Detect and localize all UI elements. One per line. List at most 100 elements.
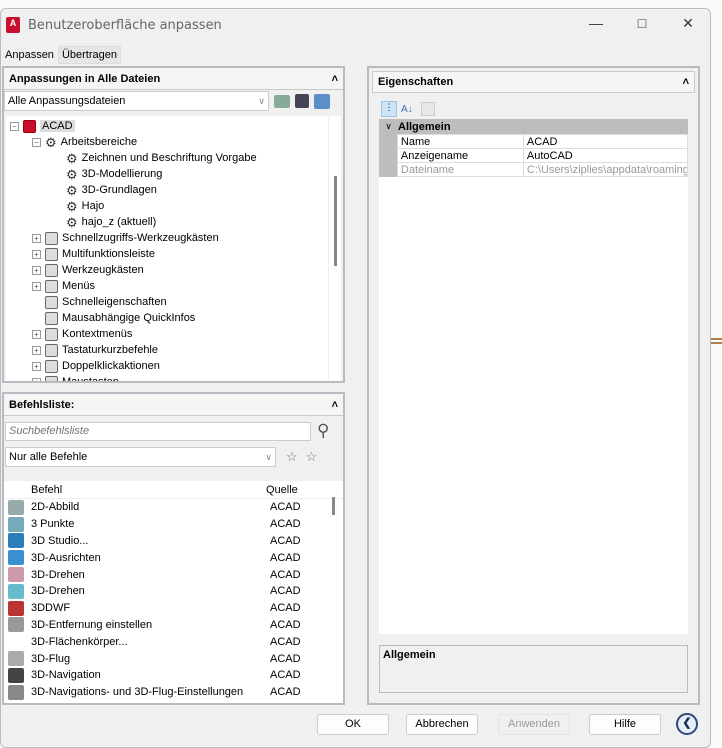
customization-file-select[interactable]: Alle Anpassungsdateien ∨ <box>4 91 269 111</box>
tab-uebertragen[interactable]: Übertragen <box>57 46 121 64</box>
tree-item[interactable]: − ⚙ Arbeitsbereiche <box>6 134 328 150</box>
command-source: ACAD <box>270 518 301 531</box>
expand-node-icon[interactable]: + <box>32 329 41 339</box>
command-source: ACAD <box>270 635 301 648</box>
command-filter-select[interactable]: Nur alle Befehle ∨ <box>5 447 276 467</box>
expand-node-icon[interactable]: + <box>32 249 41 259</box>
file-select-value: Alle Anpassungsdateien <box>8 95 126 107</box>
tree-item[interactable]: ⚙ 3D-Modellierung <box>6 166 328 182</box>
command-source: ACAD <box>270 618 301 631</box>
help-button[interactable]: Hilfe <box>589 714 661 735</box>
tree-item[interactable]: ⚙ 3D-Grundlagen <box>6 182 328 198</box>
tree-item[interactable]: + Menüs <box>6 278 328 294</box>
tree-item[interactable]: + Kontextmenüs <box>6 326 328 342</box>
command-search-input[interactable] <box>5 421 311 441</box>
collapse-panel-icon[interactable]: ❮ <box>676 713 698 735</box>
command-row[interactable]: 3D-Navigations- und 3D-Flug-Einstellunge… <box>4 684 343 701</box>
title-bar: A Benutzeroberfläche anpassen — □ ✕ <box>1 9 710 41</box>
minimize-button[interactable]: — <box>581 15 611 35</box>
tree-scrollbar[interactable] <box>329 116 341 381</box>
tab-anpassen[interactable]: Anpassen <box>1 46 58 64</box>
tree-item[interactable]: + Tastaturkurzbefehle <box>6 342 328 358</box>
cancel-button[interactable]: Abbrechen <box>406 714 478 735</box>
apply-button[interactable]: Anwenden <box>498 714 570 735</box>
command-row[interactable]: 3D-Flug ACAD <box>4 650 343 667</box>
tree-item-label: Kontextmenüs <box>62 328 133 340</box>
tree-item[interactable]: + Werkzeugkästen <box>6 262 328 278</box>
tree-item[interactable]: ⚙ Hajo <box>6 198 328 214</box>
tree-item[interactable]: + Maustasten <box>6 374 328 381</box>
search-icon[interactable]: ⚲ <box>317 421 329 441</box>
command-row[interactable]: 3DDWF ACAD <box>4 600 343 617</box>
command-row[interactable]: 3D-Navigation ACAD <box>4 667 343 684</box>
property-row[interactable]: Anzeigename AutoCAD <box>396 148 689 163</box>
expand-node-icon[interactable]: + <box>32 233 41 243</box>
tree-item[interactable]: ⚙ hajo_z (aktuell) <box>6 214 328 230</box>
property-value[interactable]: ACAD <box>522 134 689 149</box>
command-icon <box>8 617 24 633</box>
command-row[interactable]: 3D-Flächenkörper... ACAD <box>4 633 343 650</box>
property-value[interactable]: AutoCAD <box>522 148 689 163</box>
command-row[interactable]: 3D-Ausrichten ACAD <box>4 549 343 566</box>
maximize-button[interactable]: □ <box>627 15 657 35</box>
property-key: Dateiname <box>396 162 524 177</box>
collapse-node-icon[interactable]: − <box>32 137 41 147</box>
property-row[interactable]: Dateiname C:\Users\ziplies\appdata\roamin… <box>396 162 689 177</box>
tree-item[interactable]: + Multifunktionsleiste <box>6 246 328 262</box>
property-section-allgemein[interactable]: ∨ Allgemein <box>379 119 688 134</box>
collapse-node-icon[interactable]: − <box>10 121 19 131</box>
command-source: ACAD <box>270 551 301 564</box>
find-star-icon[interactable]: ☆ <box>286 449 298 465</box>
expand-node-icon[interactable]: + <box>32 345 41 355</box>
tree-item-label: Tastaturkurzbefehle <box>62 344 158 356</box>
tree-item[interactable]: − ACAD <box>6 118 328 134</box>
command-row[interactable]: 3 Punkte ACAD <box>4 516 343 533</box>
property-value[interactable]: C:\Users\ziplies\appdata\roaming <box>522 162 689 177</box>
open-file-icon[interactable] <box>274 94 290 108</box>
collapse-icon[interactable]: ˄ <box>683 76 689 88</box>
command-row[interactable]: 3D-Drehen ACAD <box>4 566 343 583</box>
command-scrollbar-thumb[interactable] <box>332 497 335 515</box>
command-row[interactable]: 2D-Abbild ACAD <box>4 499 343 516</box>
command-icon <box>8 600 24 616</box>
command-row[interactable]: 3D-Drehen ACAD <box>4 583 343 600</box>
tree-item[interactable]: ⚙ Zeichnen und Beschriftung Vorgabe <box>6 150 328 166</box>
expand-node-icon[interactable]: + <box>32 281 41 291</box>
node-icon <box>45 295 58 309</box>
collapse-icon[interactable]: ˄ <box>332 73 338 85</box>
tree-item-label: Schnelleigenschaften <box>62 296 167 308</box>
tree-item-label: hajo_z (aktuell) <box>81 216 157 228</box>
tree-item[interactable]: + Schnellzugriffs-Werkzeugkästen <box>6 230 328 246</box>
tree-item-label: Zeichnen und Beschriftung Vorgabe <box>81 152 257 164</box>
save-icon[interactable] <box>295 94 309 108</box>
command-source: ACAD <box>270 652 301 665</box>
sort-alphabetical-icon[interactable]: A↓ <box>401 104 413 115</box>
ok-button[interactable]: OK <box>317 714 389 735</box>
command-icon <box>8 533 24 549</box>
column-header-command[interactable]: Befehl <box>31 484 266 496</box>
command-icon <box>8 499 24 515</box>
node-icon <box>45 343 58 357</box>
tree-item[interactable]: Schnelleigenschaften <box>6 294 328 310</box>
command-row[interactable]: 3D Studio... ACAD <box>4 533 343 550</box>
property-row[interactable]: Name ACAD <box>396 134 689 149</box>
tree-item-label: Schnellzugriffs-Werkzeugkästen <box>62 232 219 244</box>
node-icon <box>45 231 58 245</box>
filter-value: Nur alle Befehle <box>9 451 88 463</box>
tree-item[interactable]: Mausabhängige QuickInfos <box>6 310 328 326</box>
command-name: 3D-Drehen <box>31 568 85 581</box>
command-source: ACAD <box>270 602 301 615</box>
categorized-icon[interactable]: ⋮ <box>381 101 397 117</box>
command-row[interactable]: 3D-Entfernung einstellen ACAD <box>4 617 343 634</box>
column-header-source[interactable]: Quelle <box>266 484 298 496</box>
close-button[interactable]: ✕ <box>673 15 703 35</box>
expand-node-icon[interactable]: + <box>32 361 41 371</box>
collapse-icon[interactable]: ˄ <box>332 399 338 411</box>
tree-item[interactable]: + Doppelklickaktionen <box>6 358 328 374</box>
new-command-icon[interactable]: ☆ <box>306 449 318 465</box>
gear-icon: ⚙ <box>66 198 78 214</box>
window-icon[interactable] <box>314 93 330 109</box>
expand-node-icon[interactable]: + <box>32 377 41 381</box>
command-list-header: Befehlsliste: <box>9 398 75 411</box>
expand-node-icon[interactable]: + <box>32 265 41 275</box>
